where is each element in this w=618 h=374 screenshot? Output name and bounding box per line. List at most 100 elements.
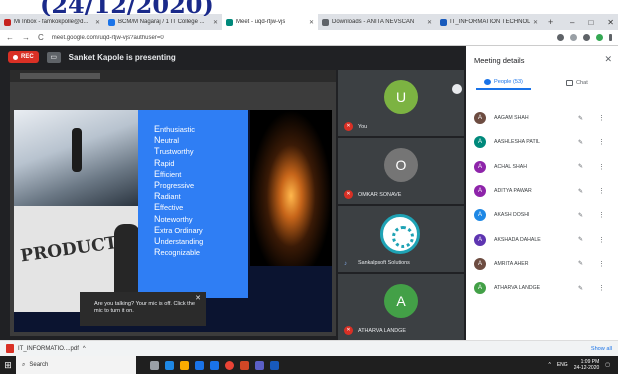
profile-avatar[interactable]	[596, 34, 603, 41]
more-options-icon[interactable]: ⋮	[598, 260, 605, 268]
toast-text: Are you talking? Your mic is off. Click …	[94, 301, 195, 314]
extension-icon[interactable]	[583, 34, 590, 41]
more-options-icon[interactable]: ⋮	[598, 236, 605, 244]
lang-indicator[interactable]: ENG	[557, 362, 568, 368]
details-title: Meeting details	[474, 56, 525, 65]
company-logo-icon	[380, 214, 420, 254]
acrostic-line: Efficient	[154, 168, 182, 179]
presenter-toolbar	[10, 70, 336, 82]
windows-start-icon[interactable]: ⊞	[0, 356, 16, 374]
participant-name: Sankalpsoft Solutions	[358, 260, 410, 266]
window-controls: – □ ✕	[570, 14, 614, 30]
powerpoint-icon[interactable]	[240, 360, 249, 370]
camera-icon[interactable]	[557, 34, 564, 41]
tab-favicon-icon	[322, 18, 329, 26]
people-list-item[interactable]: A AKSHADA DAHALE ✎ ⋮	[466, 227, 618, 251]
edge-icon[interactable]	[165, 360, 174, 370]
show-all-downloads-link[interactable]: Show all	[591, 346, 612, 352]
participant-tile[interactable]: ♪ Sankalpsoft Solutions	[338, 206, 464, 272]
teams-icon[interactable]	[255, 360, 264, 370]
person-name: AASHLESHA PATIL	[494, 139, 540, 146]
tab-chat[interactable]: Chat	[566, 76, 588, 90]
participant-tile[interactable]: U ✕ You	[338, 70, 464, 136]
tab-close-icon[interactable]: ✕	[533, 19, 538, 26]
acrostic-line: Understanding	[154, 236, 204, 247]
presenting-label: Sanket Kapole is presenting	[68, 52, 176, 62]
more-options-icon[interactable]: ⋮	[598, 211, 605, 219]
tab-label: BCM/M Nagaraj / 1 IT College ...	[118, 19, 205, 25]
slide-image-lightbulb-hands	[250, 110, 332, 266]
participant-tile[interactable]: A ✕ ATHARVA LANDGE	[338, 274, 464, 340]
people-list-item[interactable]: A ADITYA PAWAR ✎ ⋮	[466, 179, 618, 203]
close-window-button[interactable]: ✕	[607, 18, 614, 27]
forward-button[interactable]: →	[22, 33, 30, 42]
more-options-icon[interactable]	[452, 84, 462, 94]
address-bar: ← → C meet.google.com/uqd-rtjw-vjs?authu…	[0, 30, 618, 46]
star-icon[interactable]	[570, 34, 577, 41]
mic-off-icon: ✕	[344, 122, 353, 131]
tab-people[interactable]: People (53)	[476, 76, 531, 90]
tab-label: Meet - uqd-rtjw-vjs	[236, 19, 286, 25]
person-name: ACHAL SHAH	[494, 163, 527, 170]
people-list-item[interactable]: A AASHLESHA PATIL ✎ ⋮	[466, 130, 618, 154]
tab-close-icon[interactable]: ✕	[427, 19, 432, 26]
acrostic-line: Noteworthy	[154, 213, 193, 224]
tab-close-icon[interactable]: ✕	[95, 19, 100, 26]
url-field[interactable]: meet.google.com/uqd-rtjw-vjs?authuser=0	[52, 35, 549, 41]
tab-close-icon[interactable]: ✕	[309, 19, 314, 26]
system-tray: ^ ENG 1:09 PM 24-12-2020 ▢	[548, 359, 618, 371]
tab-close-icon[interactable]: ✕	[213, 19, 218, 26]
tab-favicon-icon	[4, 18, 11, 26]
browser-tab[interactable]: BCM/M Nagaraj / 1 IT College ... ✕	[104, 14, 222, 30]
more-options-icon[interactable]: ⋮	[598, 163, 605, 171]
tray-up-icon[interactable]: ^	[548, 362, 550, 368]
mail-icon[interactable]	[210, 360, 219, 370]
more-options-icon[interactable]: ⋮	[598, 114, 605, 122]
download-item[interactable]: IT_INFORMATIO....pdf ^	[6, 344, 86, 353]
details-close-button[interactable]: ✕	[604, 54, 612, 65]
people-list-item[interactable]: A ACHAL SHAH ✎ ⋮	[466, 155, 618, 179]
menu-kebab-icon[interactable]	[609, 34, 612, 41]
people-list-item[interactable]: A AKASH DOSHI ✎ ⋮	[466, 203, 618, 227]
tab-label: IT_INFORMATION TECHNOLO...	[450, 19, 530, 25]
avatar: A	[474, 282, 486, 295]
chat-icon	[566, 80, 573, 86]
browser-tab[interactable]: Mi Inbox - famkokpolle@d... ✕	[0, 14, 104, 30]
chevron-up-icon[interactable]: ^	[83, 346, 86, 352]
participant-name: OMKAR SONAVE	[358, 192, 402, 198]
mic-muted-icon: ✎	[578, 115, 584, 122]
participant-tile[interactable]: O ✕ OMKAR SONAVE	[338, 138, 464, 204]
acrostic-line: Rapid	[154, 157, 175, 168]
reload-button[interactable]: C	[38, 33, 44, 42]
toast-close-button[interactable]: ✕	[195, 295, 201, 302]
clock[interactable]: 1:09 PM 24-12-2020	[574, 359, 600, 371]
more-options-icon[interactable]: ⋮	[598, 138, 605, 146]
word-icon[interactable]	[270, 360, 279, 370]
store-icon[interactable]	[195, 360, 204, 370]
chrome-icon[interactable]	[225, 360, 234, 370]
notification-icon[interactable]: ▢	[605, 362, 610, 368]
people-list-item[interactable]: A AAGAM SHAH ✎ ⋮	[466, 106, 618, 130]
presentation-slide: PRODUCTIVITY Enthusiastic Neutral Trustwor…	[14, 110, 332, 332]
people-list-item[interactable]: A ATHARVA LANDGE ✎ ⋮	[466, 276, 618, 300]
browser-tab[interactable]: Meet - uqd-rtjw-vjs ✕	[222, 14, 318, 30]
extension-icons	[557, 34, 612, 41]
person-name: AKASH DOSHI	[494, 212, 530, 219]
acrostic-line: Recognizable	[154, 247, 200, 258]
avatar: A	[384, 284, 418, 318]
acrostic-line: Trustworthy	[154, 146, 194, 157]
maximize-button[interactable]: □	[588, 18, 593, 27]
file-explorer-icon[interactable]	[180, 360, 189, 370]
back-button[interactable]: ←	[6, 33, 14, 42]
browser-tab[interactable]: Downloads - ANITA NEVSCAN ✕	[318, 14, 436, 30]
acrostic-line: Extra Ordinary	[154, 224, 203, 235]
minimize-button[interactable]: –	[570, 18, 574, 27]
browser-tab[interactable]: IT_INFORMATION TECHNOLO...✕	[436, 14, 542, 30]
more-options-icon[interactable]: ⋮	[598, 187, 605, 195]
people-list-item[interactable]: A AMRITA AHER ✎ ⋮	[466, 252, 618, 276]
taskbar-search[interactable]: ⌕ Search	[16, 356, 136, 374]
task-view-icon[interactable]	[150, 360, 159, 370]
new-tab-button[interactable]: +	[542, 17, 559, 27]
more-options-icon[interactable]: ⋮	[598, 284, 605, 292]
record-dot-icon	[13, 54, 18, 60]
